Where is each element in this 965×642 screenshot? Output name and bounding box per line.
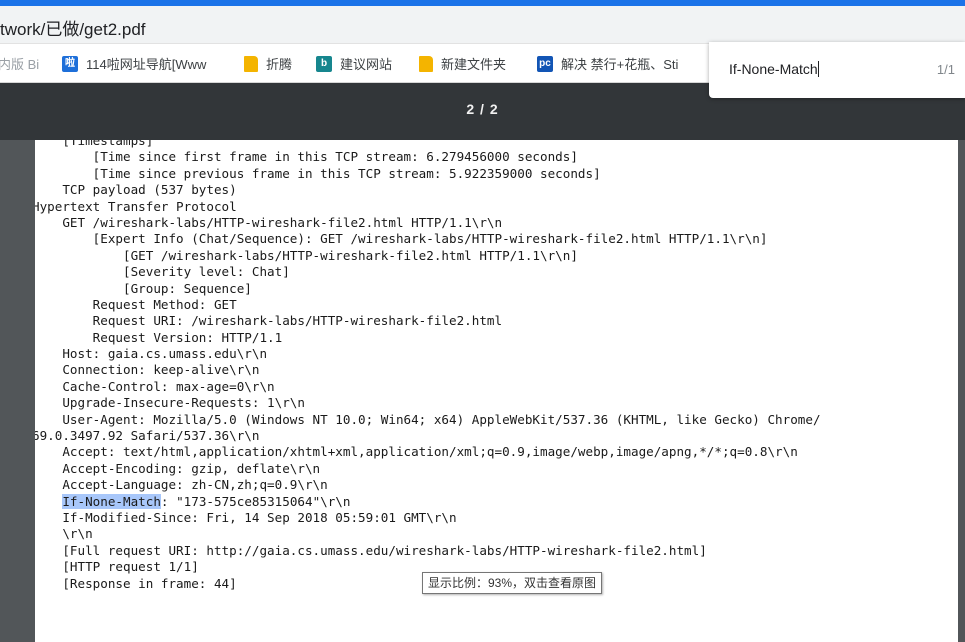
search-match-highlight: If-None-Match bbox=[62, 493, 161, 509]
site-114-icon: 啦 bbox=[62, 55, 78, 72]
bookmark-label: 建议网站 bbox=[340, 57, 393, 72]
text-line: Host: gaia.cs.umass.edu\r\n bbox=[35, 346, 268, 362]
text-line: Hypertext Transfer Protocol bbox=[35, 198, 237, 214]
text-line: Upgrade-Insecure-Requests: 1\r\n bbox=[35, 395, 305, 411]
text-line: [Group: Sequence] bbox=[35, 280, 252, 296]
bing-icon: b bbox=[316, 55, 332, 72]
address-bar[interactable]: twork/已做/get2.pdf bbox=[0, 6, 965, 44]
bookmark-item[interactable]: 啦 114啦网址导航[Www bbox=[62, 45, 206, 82]
text-line: [Time since first frame in this TCP stre… bbox=[35, 149, 578, 165]
zoom-tooltip: 显示比例：93%，双击查看原图 bbox=[422, 572, 603, 594]
text-line: Connection: keep-alive\r\n bbox=[35, 362, 260, 378]
text-line: [Full request URI: http://gaia.cs.umass.… bbox=[35, 542, 707, 558]
text-line: 69.0.3497.92 Safari/537.36\r\n bbox=[35, 428, 260, 444]
packet-text: [Timestamps] [Time since first frame in … bbox=[35, 140, 821, 592]
find-bar: If-None-Match 1/1 bbox=[709, 42, 965, 98]
text-line: [GET /wireshark-labs/HTTP-wireshark-file… bbox=[35, 247, 578, 263]
text-caret bbox=[817, 61, 819, 77]
text-line: Cache-Control: max-age=0\r\n bbox=[35, 378, 275, 394]
folder-icon bbox=[244, 55, 258, 72]
text-line: TCP payload (537 bytes) bbox=[35, 182, 237, 198]
text-line: User-Agent: Mozilla/5.0 (Windows NT 10.0… bbox=[35, 411, 821, 427]
find-input[interactable]: If-None-Match bbox=[729, 61, 819, 77]
bookmark-item[interactable]: b 建议网站 bbox=[316, 45, 392, 82]
text-line: [Severity level: Chat] bbox=[35, 264, 290, 280]
text-line: If-None-Match: "173-575ce85315064"\r\n bbox=[62, 493, 351, 509]
bookmark-label: 114啦网址导航[Www bbox=[86, 57, 207, 72]
bookmark-label: 解决 禁行+花瓶、Sti bbox=[561, 57, 679, 72]
bookmark-item[interactable]: pc 解决 禁行+花瓶、Sti bbox=[537, 45, 678, 82]
text-line: Request Version: HTTP/1.1 bbox=[35, 329, 283, 345]
text-line: Accept: text/html,application/xhtml+xml,… bbox=[35, 444, 798, 460]
url-text[interactable]: twork/已做/get2.pdf bbox=[0, 15, 146, 40]
text-line: If-Modified-Since: Fri, 14 Sep 2018 05:5… bbox=[35, 509, 457, 525]
text-line: GET /wireshark-labs/HTTP-wireshark-file2… bbox=[35, 214, 503, 230]
page-indicator: 2 / 2 bbox=[466, 101, 499, 117]
bookmark-item[interactable]: 新建文件夹 bbox=[419, 45, 506, 82]
find-match-count: 1/1 bbox=[936, 62, 955, 77]
text-line: Accept-Encoding: gzip, deflate\r\n bbox=[35, 460, 321, 476]
bookmark-label: 新建文件夹 bbox=[441, 57, 507, 72]
bookmark-label: 折腾 bbox=[266, 57, 293, 72]
text-line: [Time since previous frame in this TCP s… bbox=[35, 165, 601, 181]
pc-icon: pc bbox=[537, 55, 553, 72]
folder-icon bbox=[419, 55, 433, 72]
text-line: Accept-Language: zh-CN,zh;q=0.9\r\n bbox=[35, 477, 328, 493]
text-line: Request Method: GET bbox=[35, 296, 237, 312]
text-line: Request URI: /wireshark-labs/HTTP-wiresh… bbox=[35, 313, 503, 329]
bookmark-label: 内版 Bi bbox=[0, 57, 40, 72]
text-line: [Timestamps] bbox=[35, 140, 154, 148]
bookmark-item[interactable]: 内版 Bi bbox=[0, 45, 39, 82]
pdf-page: [Timestamps] [Time since first frame in … bbox=[35, 140, 958, 642]
pdf-viewer[interactable]: [Timestamps] [Time since first frame in … bbox=[0, 140, 965, 642]
bookmark-item[interactable]: 折腾 bbox=[244, 45, 292, 82]
text-line: \r\n bbox=[35, 526, 93, 542]
text-line: [Expert Info (Chat/Sequence): GET /wires… bbox=[35, 231, 768, 247]
